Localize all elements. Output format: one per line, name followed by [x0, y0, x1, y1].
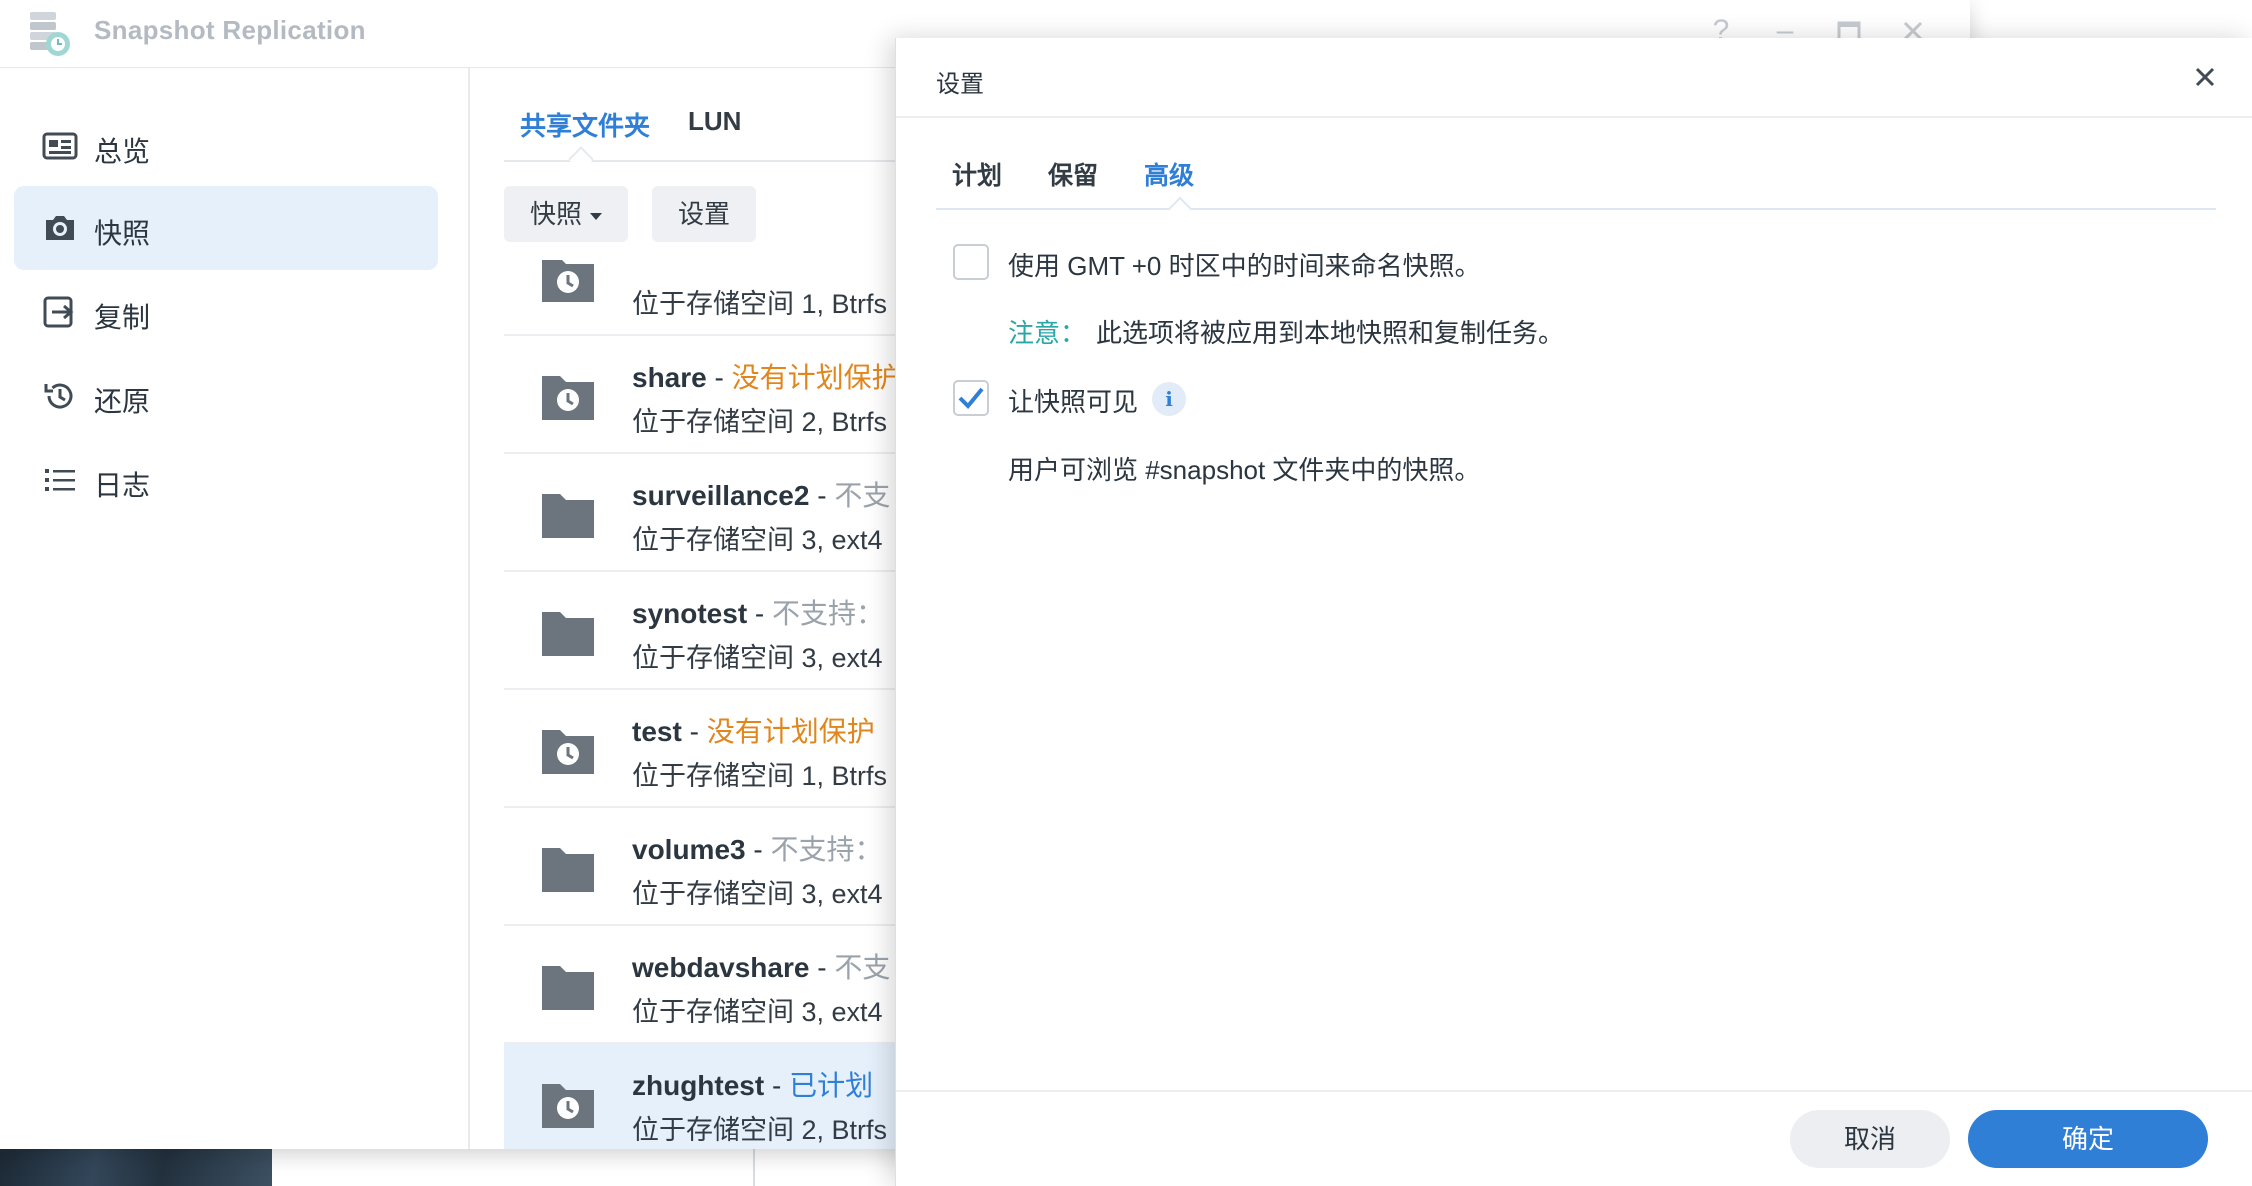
row-name: test [632, 716, 682, 747]
close-icon[interactable] [2186, 58, 2224, 96]
gmt-naming-checkbox[interactable] [953, 244, 989, 280]
row-title: share - 没有计划保护 [632, 356, 900, 396]
row-title: synotest - 不支持： [632, 592, 884, 632]
tab-shared-folders[interactable]: 共享文件夹 [520, 106, 650, 143]
sidebar-item-log[interactable]: 日志 [14, 438, 438, 522]
row-location: 位于存储空间 1, Btrfs [632, 761, 888, 791]
row-status: 没有计划保护 [706, 716, 875, 747]
tab-retention[interactable]: 保留 [1048, 156, 1098, 192]
row-name: zhughtest [632, 1070, 765, 1101]
sidebar-item-label: 还原 [94, 386, 151, 417]
row-location: 位于存储空间 1, Btrfs [632, 289, 888, 319]
snapshot-visible-checkbox[interactable] [953, 380, 989, 416]
list-icon [45, 469, 75, 491]
sidebar-item-restore[interactable]: 还原 [14, 354, 438, 438]
row-separator: - [681, 716, 707, 747]
row-title: zhughtest - 已计划 [632, 1064, 873, 1104]
snapshot-folder-icon [542, 730, 594, 774]
sidebar: 总览 快照 复制 还原 日志 [0, 68, 470, 1149]
row-separator: - [809, 480, 835, 511]
row-separator: - [745, 834, 771, 865]
sidebar-item-snapshot[interactable]: 快照 [14, 186, 438, 270]
row-title: surveillance2 - 不支 [632, 474, 890, 514]
snapshot-replication-logo-icon [30, 12, 70, 56]
sidebar-item-replication[interactable]: 复制 [14, 270, 438, 354]
snapshot-folder-icon [542, 376, 594, 420]
row-name: volume3 [632, 834, 746, 865]
folder-icon [542, 494, 594, 538]
row-separator: - [809, 952, 835, 983]
note-text: 此选项将被应用到本地快照和复制任务。 [1096, 318, 1565, 348]
tab-schedule[interactable]: 计划 [952, 156, 1002, 192]
dialog-title: 设置 [936, 71, 984, 98]
row-separator: - [706, 362, 732, 393]
row-status: 不支持： [770, 834, 883, 865]
tab-underline [936, 208, 2216, 210]
overview-card-icon [42, 132, 78, 160]
tab-advanced[interactable]: 高级 [1144, 156, 1194, 192]
tab-indicator [568, 146, 594, 172]
snapshot-dropdown-button[interactable]: 快照 [504, 186, 629, 242]
row-status: 没有计划保护 [731, 362, 900, 393]
row-title: volume3 - 不支持： [632, 828, 883, 868]
row-separator: - [764, 1070, 790, 1101]
row-location: 位于存储空间 3, ext4 [632, 997, 883, 1027]
gmt-naming-label: 使用 GMT +0 时区中的时间来命名快照。 [1008, 251, 1481, 281]
caret-down-icon [590, 212, 603, 220]
dialog-header: 设置 [896, 38, 2252, 118]
row-location: 位于存储空间 3, ext4 [632, 525, 883, 555]
note-label: 注意： [1008, 318, 1087, 348]
app-title: Snapshot Replication [94, 15, 366, 45]
row-location: 位于存储空间 3, ext4 [632, 643, 883, 673]
row-location: 位于存储空间 3, ext4 [632, 879, 883, 909]
row-name: share [632, 362, 707, 393]
row-status: 已计划 [789, 1070, 874, 1101]
confirm-button[interactable]: 确定 [1968, 1110, 2208, 1168]
row-status: 不支 [834, 952, 891, 983]
background-window-edge [753, 1149, 755, 1186]
row-name: synotest [632, 598, 748, 629]
sidebar-item-overview[interactable]: 总览 [14, 104, 438, 188]
snapshot-folder-icon [542, 1084, 594, 1128]
settings-button[interactable]: 设置 [652, 186, 757, 242]
replication-icon [43, 296, 74, 328]
folder-icon [542, 848, 594, 892]
camera-icon [46, 216, 74, 240]
wallpaper [0, 1149, 272, 1186]
row-status: 不支持： [772, 598, 885, 629]
row-title: test - 没有计划保护 [632, 710, 875, 750]
row-name: surveillance2 [632, 480, 810, 511]
sidebar-item-label: 快照 [94, 218, 151, 249]
checkmark-icon [958, 387, 984, 409]
row-location: 位于存储空间 2, Btrfs [632, 1115, 888, 1145]
folder-icon [542, 966, 594, 1010]
tab-indicator [1168, 196, 1192, 220]
settings-dialog: 设置 计划 保留 高级 使用 GMT +0 时区中的时间来命名快照。 注意： 此… [895, 38, 2252, 1186]
row-status: 不支 [834, 480, 891, 511]
tab-lun[interactable]: LUN [688, 106, 741, 137]
snapshot-folder-icon [542, 260, 594, 302]
sidebar-item-label: 日志 [94, 470, 151, 501]
restore-clock-icon [44, 383, 73, 409]
row-location: 位于存储空间 2, Btrfs [632, 407, 888, 437]
row-title: webdavshare - 不支 [632, 946, 890, 986]
snapshot-button-label: 快照 [530, 199, 583, 229]
snapshot-visible-label: 让快照可见 [1008, 387, 1139, 417]
snapshot-visible-description: 用户可浏览 #snapshot 文件夹中的快照。 [1008, 455, 1481, 485]
folder-icon [542, 612, 594, 656]
cancel-button[interactable]: 取消 [1790, 1110, 1950, 1168]
sidebar-item-label: 复制 [94, 302, 151, 333]
row-separator: - [747, 598, 773, 629]
info-icon[interactable]: i [1152, 382, 1186, 416]
row-name: webdavshare [632, 952, 810, 983]
sidebar-item-label: 总览 [94, 136, 151, 167]
